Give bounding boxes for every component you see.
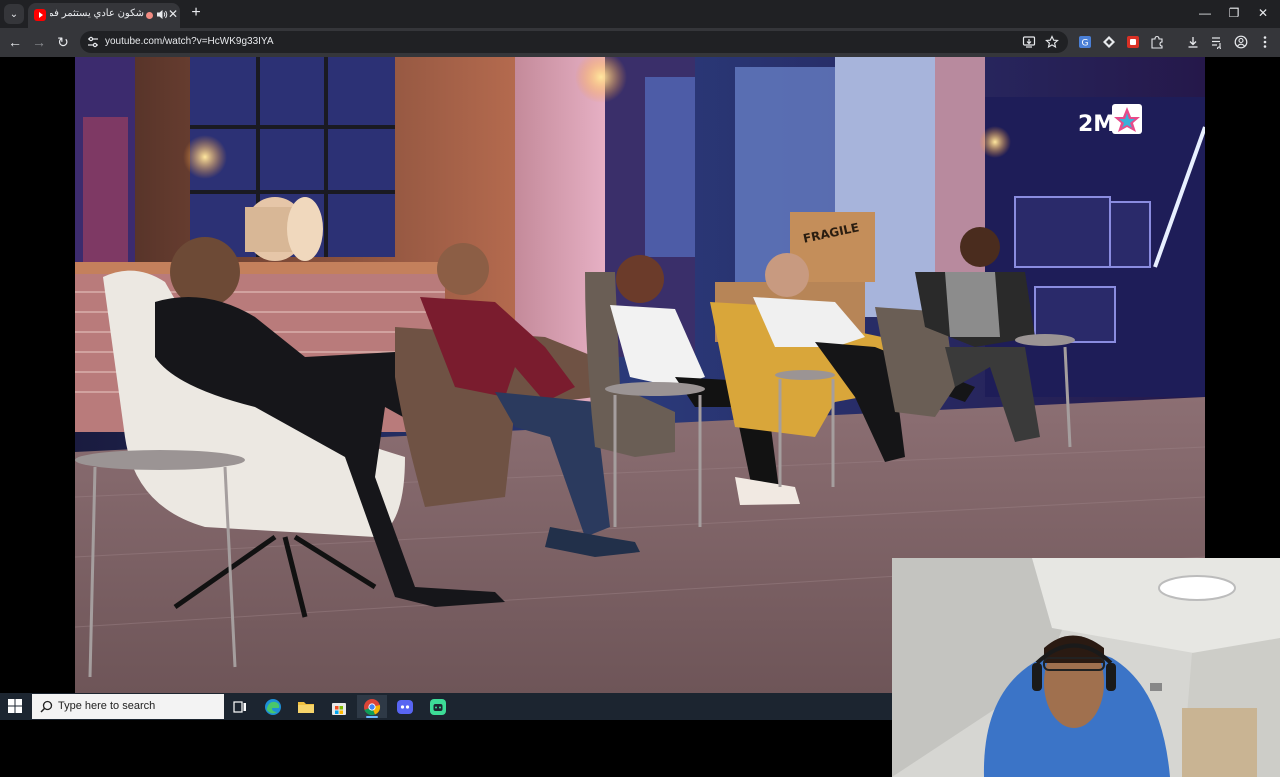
tab-close-button[interactable]: ✕	[166, 7, 180, 21]
taskbar-file-explorer[interactable]	[291, 695, 321, 718]
profile-avatar-icon[interactable]	[1234, 35, 1248, 49]
channel-logo-2m: 2M	[1078, 112, 1115, 137]
new-tab-button[interactable]: +	[188, 5, 204, 21]
store-icon	[332, 702, 346, 715]
edge-icon	[265, 698, 281, 715]
close-window-button[interactable]: ✕	[1256, 6, 1270, 20]
folder-icon	[298, 701, 314, 713]
restore-button[interactable]: ❐	[1227, 6, 1241, 20]
reload-icon: ↻	[57, 34, 69, 50]
address-bar[interactable]: youtube.com/watch?v=HcWK9g33IYA	[80, 31, 1068, 53]
taskbar-edge[interactable]	[258, 695, 288, 718]
download-icon[interactable]	[1186, 35, 1200, 49]
page-content: FRAGILE 2M	[0, 57, 1280, 777]
back-button[interactable]: ←	[7, 34, 23, 50]
taskbar-store[interactable]	[324, 695, 354, 718]
forward-button[interactable]: →	[31, 34, 47, 50]
windows-start-icon[interactable]	[8, 699, 22, 713]
minimize-button[interactable]: —	[1198, 6, 1212, 20]
svg-text:G: G	[1082, 39, 1089, 49]
kebab-menu-icon[interactable]	[1258, 35, 1272, 49]
arrow-left-icon: ←	[8, 34, 22, 50]
recording-indicator-icon	[146, 12, 153, 19]
browser-tab-strip: ⌄ شكون عادي يستثمر فمد... ✕ + — ❐ ✕	[0, 0, 1280, 28]
chevron-down-icon: ⌄	[9, 8, 19, 20]
site-info-icon[interactable]	[86, 35, 100, 49]
task-view-icon	[233, 700, 246, 713]
extensions-puzzle-icon[interactable]	[1150, 35, 1164, 49]
taskbar-app[interactable]	[423, 695, 453, 718]
arrow-right-icon: →	[32, 34, 46, 50]
media-control-icon[interactable]	[1210, 35, 1224, 49]
webcam-image	[892, 558, 1280, 777]
task-view-button[interactable]	[225, 695, 255, 718]
url-text: youtube.com/watch?v=HcWK9g33IYA	[105, 36, 274, 47]
reload-button[interactable]: ↻	[55, 34, 71, 50]
diamond-extension-icon[interactable]	[1102, 35, 1116, 49]
taskbar-search-box[interactable]: Type here to search	[32, 694, 224, 719]
windows-taskbar: Type here to search	[0, 693, 892, 720]
discord-icon	[397, 699, 413, 714]
tab-title: شكون عادي يستثمر فمد...	[50, 8, 144, 19]
browser-toolbar: ← → ↻ youtube.com/watch?v=HcWK9g33IYA G	[0, 28, 1280, 57]
app-icon	[430, 698, 446, 715]
search-icon	[40, 700, 53, 713]
taskbar-discord[interactable]	[390, 695, 420, 718]
webcam-overlay	[892, 558, 1280, 777]
browser-tab-active[interactable]: شكون عادي يستثمر فمد... ✕	[28, 3, 180, 28]
tab-search-button[interactable]: ⌄	[4, 4, 24, 24]
search-placeholder: Type here to search	[58, 700, 156, 712]
red-extension-icon[interactable]	[1126, 35, 1140, 49]
taskbar-chrome[interactable]	[357, 695, 387, 718]
translate-extension-icon[interactable]: G	[1078, 35, 1092, 49]
bookmark-star-icon[interactable]	[1045, 35, 1059, 49]
chrome-icon	[364, 698, 381, 715]
install-app-icon[interactable]	[1022, 35, 1036, 49]
youtube-favicon-icon	[34, 9, 46, 21]
